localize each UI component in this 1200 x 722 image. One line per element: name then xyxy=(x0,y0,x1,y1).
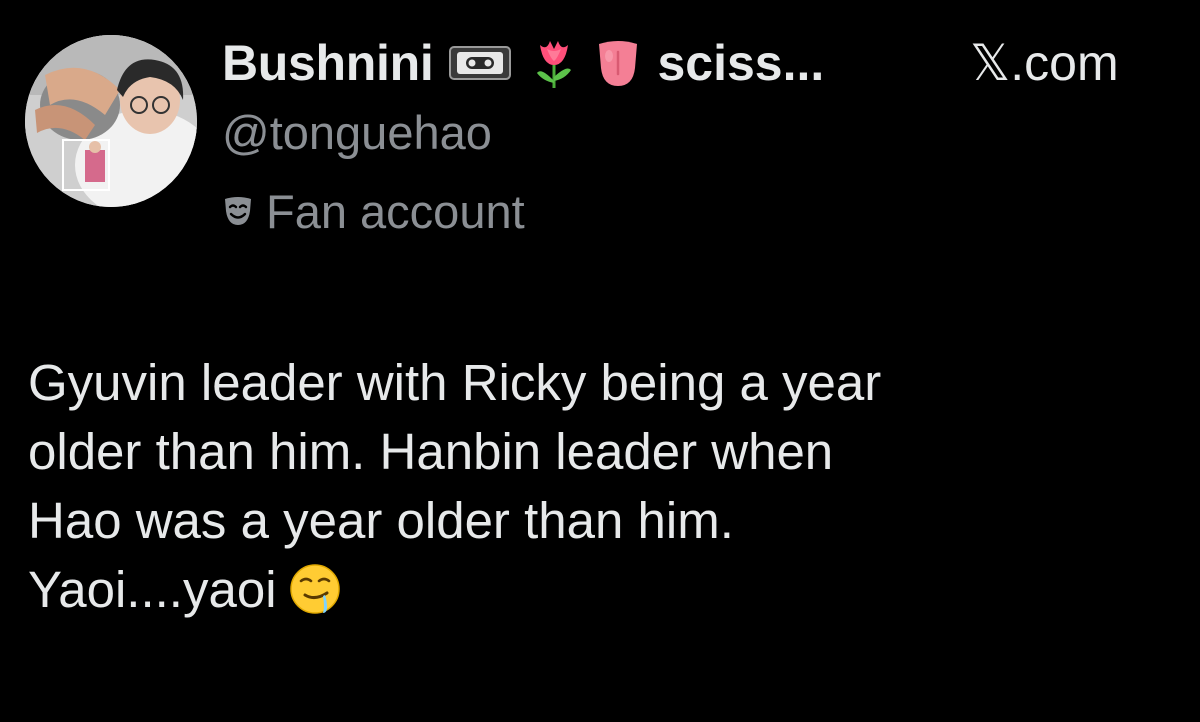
performing-arts-mask-icon xyxy=(222,195,254,227)
site-label[interactable]: 𝕏.com xyxy=(970,28,1119,98)
display-name-suffix: sciss... xyxy=(657,35,825,91)
badge-label: Fan account xyxy=(266,184,525,238)
tweet-line: Yaoi....yaoi xyxy=(28,561,277,618)
tulip-icon xyxy=(531,37,577,89)
avatar[interactable] xyxy=(25,35,197,207)
tweet-last-line: Yaoi....yaoi xyxy=(28,555,1178,624)
account-type-badge: Fan account xyxy=(222,182,525,240)
profile-name-row: Bushnini sciss... xyxy=(222,28,824,98)
tweet-line: Hao was a year older than him. xyxy=(28,492,734,549)
tongue-icon xyxy=(595,38,641,88)
avatar-image xyxy=(25,35,197,207)
tweet-line: older than him. Hanbin leader when xyxy=(28,423,834,480)
drooling-face-icon xyxy=(289,563,341,617)
user-handle[interactable]: @tonguehao xyxy=(222,105,492,160)
tweet-line: Gyuvin leader with Ricky being a year xyxy=(28,354,882,411)
display-name[interactable]: Bushnini xyxy=(222,34,434,92)
tweet-text: Gyuvin leader with Ricky being a year ol… xyxy=(28,348,1178,624)
videocassette-icon xyxy=(449,46,512,80)
